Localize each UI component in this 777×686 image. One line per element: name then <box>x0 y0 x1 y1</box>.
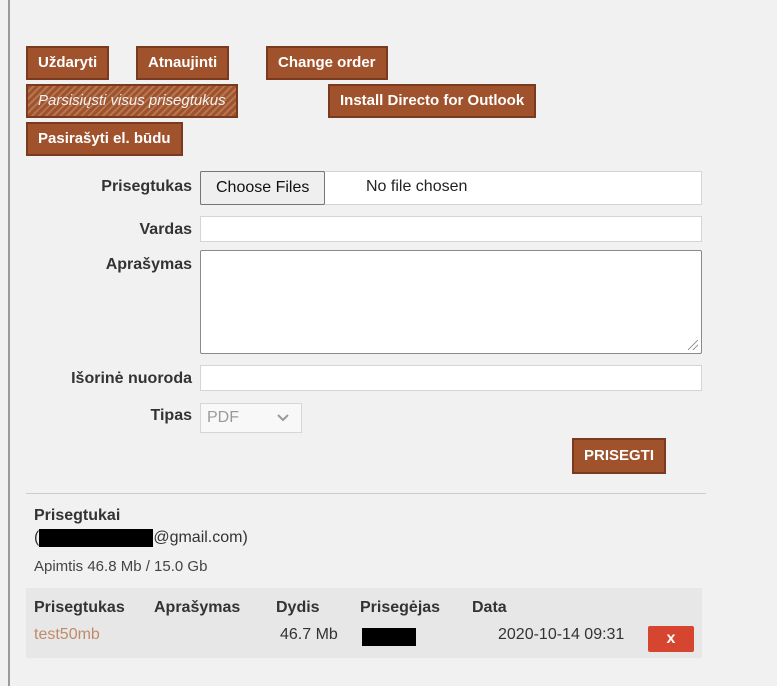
divider <box>26 493 706 494</box>
download-all-button[interactable]: Parsisiųsti visus prisegtukus <box>26 84 238 118</box>
type-selected-value: PDF <box>207 409 239 426</box>
attach-submit-button[interactable]: PRISEGTI <box>572 438 667 474</box>
type-label: Tipas <box>150 407 193 424</box>
attachment-size: 46.7 Mb <box>280 626 338 643</box>
delete-attachment-button[interactable]: x <box>648 626 694 652</box>
column-header-size: Dydis <box>276 599 320 616</box>
change-order-button[interactable]: Change order <box>266 46 388 80</box>
description-label: Aprašymas <box>105 256 192 273</box>
email-domain: @gmail.com) <box>153 529 248 547</box>
no-file-chosen-text: No file chosen <box>366 178 468 195</box>
description-textarea[interactable] <box>200 250 702 354</box>
chevron-down-icon <box>277 414 289 422</box>
external-link-label: Išorinė nuoroda <box>71 370 192 387</box>
attachments-title: Prisegtukai <box>34 507 121 524</box>
choose-files-button[interactable]: Choose Files <box>200 171 326 205</box>
resize-handle-icon[interactable] <box>688 340 698 350</box>
storage-usage: Apimtis 46.8 Mb / 15.0 Gb <box>34 558 208 575</box>
refresh-button[interactable]: Atnaujinti <box>136 46 230 80</box>
redacted-email-block <box>39 529 154 547</box>
account-email: (@gmail.com) <box>34 529 248 547</box>
name-label: Vardas <box>139 221 192 238</box>
sign-electronically-button[interactable]: Pasirašyti el. būdu <box>26 122 183 156</box>
attachment-file-link[interactable]: test50mb <box>34 626 100 644</box>
type-select[interactable]: PDF <box>200 403 302 433</box>
redacted-uploader-block <box>362 628 416 646</box>
name-input[interactable] <box>200 216 702 242</box>
window-left-border <box>8 0 10 686</box>
install-outlook-button[interactable]: Install Directo for Outlook <box>328 84 537 118</box>
column-header-description: Aprašymas <box>154 599 241 616</box>
column-header-uploader: Prisegėjas <box>360 599 441 616</box>
column-header-date: Data <box>472 599 507 616</box>
attachment-label: Prisegtukas <box>101 178 192 195</box>
attachment-uploader <box>362 628 416 646</box>
column-header-attachment: Prisegtukas <box>34 599 125 616</box>
external-link-input[interactable] <box>200 365 702 391</box>
close-button[interactable]: Uždaryti <box>26 46 110 80</box>
attachments-table: Prisegtukas Aprašymas Dydis Prisegėjas D… <box>26 588 702 658</box>
attachment-date: 2020-10-14 09:31 <box>498 626 625 643</box>
